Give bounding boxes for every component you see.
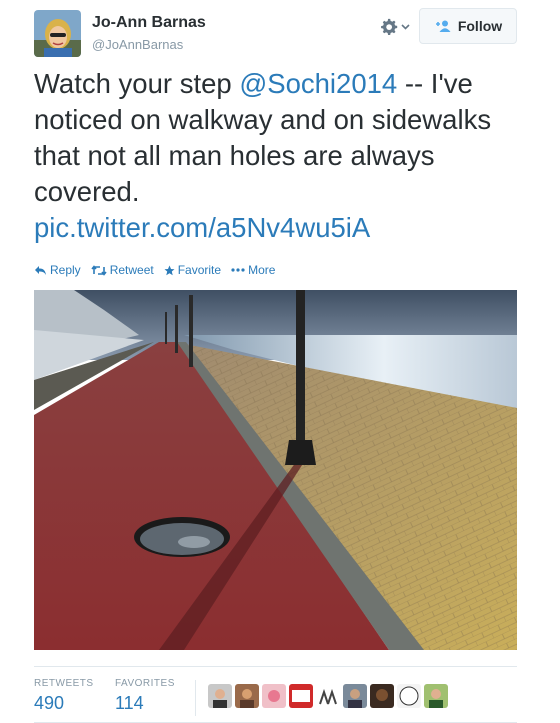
favoriter-avatar[interactable] [424, 684, 448, 708]
favoriter-avatar[interactable] [316, 684, 340, 708]
retweet-button[interactable]: Retweet [91, 263, 154, 277]
tweet-text: Watch your step @Sochi2014 -- I've notic… [34, 66, 524, 246]
favoriter-avatar[interactable] [289, 684, 313, 708]
stats-separator [195, 680, 196, 716]
tweet-card: Jo-Ann Barnas @JoAnnBarnas Follow Watch … [0, 0, 560, 723]
reply-icon [35, 265, 46, 275]
more-button[interactable]: More [231, 263, 275, 277]
star-icon [164, 265, 175, 275]
add-user-icon [434, 19, 452, 33]
favorites-label: FAVORITES [115, 678, 175, 689]
pic-link[interactable]: pic.twitter.com/a5Nv4wu5iA [34, 212, 370, 243]
tweet-photo[interactable] [34, 290, 517, 650]
retweets-stat[interactable]: RETWEETS 490 [34, 678, 94, 714]
retweet-label: Retweet [109, 263, 154, 277]
chevron-down-icon [401, 24, 410, 30]
favorite-button[interactable]: Favorite [164, 263, 221, 277]
favoriter-avatars [208, 684, 448, 708]
favoriter-avatar[interactable] [370, 684, 394, 708]
favorites-stat[interactable]: FAVORITES 114 [115, 678, 175, 714]
retweet-icon [91, 264, 107, 276]
favorite-label: Favorite [177, 263, 222, 277]
stats-top-divider [34, 666, 517, 667]
favoriter-avatar[interactable] [235, 684, 259, 708]
follow-label: Follow [457, 18, 503, 34]
user-handle[interactable]: @JoAnnBarnas [92, 37, 183, 52]
more-label: More [248, 263, 276, 277]
retweets-label: RETWEETS [34, 678, 94, 689]
tweet-text-part-1: Watch your step [34, 68, 240, 99]
reply-label: Reply [50, 263, 81, 277]
user-actions-dropdown[interactable] [380, 16, 416, 38]
favoriter-avatar[interactable] [343, 684, 367, 708]
favoriter-avatar[interactable] [262, 684, 286, 708]
favoriter-avatar[interactable] [397, 684, 421, 708]
favorites-count: 114 [115, 693, 144, 713]
retweets-count: 490 [34, 693, 65, 713]
gear-icon [381, 18, 398, 36]
user-name[interactable]: Jo-Ann Barnas [92, 14, 206, 32]
reply-button[interactable]: Reply [34, 263, 81, 277]
mention-link[interactable]: @Sochi2014 [239, 68, 397, 99]
follow-button[interactable]: Follow [419, 8, 517, 44]
more-dots-icon [231, 268, 245, 272]
tweet-actions: Reply Retweet Favorite More [34, 262, 275, 278]
favoriter-avatar[interactable] [208, 684, 232, 708]
avatar[interactable] [34, 10, 81, 57]
